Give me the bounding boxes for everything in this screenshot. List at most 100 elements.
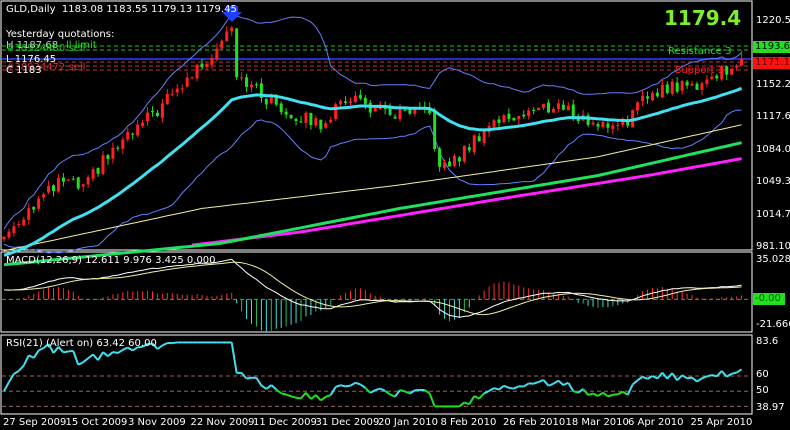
rsi-line-segment <box>513 385 520 390</box>
candle <box>160 103 164 118</box>
resistance-label: Resistance 3 <box>668 46 732 57</box>
rsi-line-segment <box>711 374 718 378</box>
date-tick: 31 Dec 2009 <box>315 417 380 428</box>
candle <box>56 178 60 192</box>
candle <box>235 28 239 78</box>
date-tick: 22 Nov 2009 <box>190 417 255 428</box>
price-tick: 1117.60 <box>756 111 790 122</box>
rsi-max: 83.6 <box>756 336 779 347</box>
rsi-line-segment <box>230 342 238 374</box>
rsi-line-segment <box>731 371 737 375</box>
candle <box>180 88 184 90</box>
candle <box>542 104 546 108</box>
rsi-line-segment <box>493 387 500 391</box>
candle <box>299 121 303 123</box>
candle <box>497 119 501 123</box>
candle <box>725 66 729 75</box>
rsi-line-segment <box>112 351 119 355</box>
candle <box>477 136 481 142</box>
rsi-line-segment <box>557 379 565 386</box>
candle <box>655 92 659 97</box>
rsi-line-segment <box>325 394 332 398</box>
candle <box>22 219 26 226</box>
candle <box>680 81 684 91</box>
candle <box>695 83 699 90</box>
price-tick: 1152.25 <box>756 79 790 90</box>
candle <box>502 115 506 123</box>
candle <box>596 124 600 127</box>
rsi-line-segment <box>156 344 163 350</box>
rsi-line-segment <box>424 389 431 395</box>
rsi-line-segment <box>706 374 713 378</box>
date-tick: 3 Nov 2009 <box>128 417 186 428</box>
rsi-line-segment <box>552 379 559 385</box>
candle <box>151 111 154 113</box>
candle <box>141 122 145 127</box>
candle <box>131 133 135 135</box>
rsi-line-segment <box>642 375 648 380</box>
candle <box>66 179 70 181</box>
date-tick: 6 Apr 2010 <box>628 417 684 428</box>
rsi-line-segment <box>626 384 634 396</box>
candle <box>363 97 367 104</box>
price-box-red: 1171.15 <box>753 57 790 69</box>
rsi-line-segment <box>63 350 69 354</box>
candle <box>547 102 550 113</box>
rsi-line-segment <box>592 392 599 397</box>
price-tick: 1220.50 <box>756 15 790 26</box>
candle <box>215 48 219 60</box>
rsi-line-segment <box>602 391 609 398</box>
rsi-line-segment <box>587 392 594 396</box>
candle <box>452 156 456 166</box>
rsi-line-segment <box>428 393 436 407</box>
rsi-line-segment <box>538 379 544 383</box>
candle <box>735 65 739 68</box>
chart-header: GLD,Daily 1183.08 1183.55 1179.13 1179.4… <box>6 4 237 15</box>
candle <box>730 68 734 75</box>
rsi-line-segment <box>617 390 624 396</box>
candle <box>373 107 377 112</box>
bollinger-lower <box>3 109 742 254</box>
candle <box>254 84 258 86</box>
rsi-line-segment <box>285 393 292 398</box>
rsi-line-segment <box>18 364 25 372</box>
rsi-line-segment <box>686 376 693 380</box>
rsi-line-segment <box>696 377 703 383</box>
rsi-line-segment <box>97 351 104 361</box>
candle <box>121 139 125 149</box>
candle <box>660 84 664 98</box>
candle <box>522 114 526 117</box>
rsi-line-segment <box>320 395 327 402</box>
candle <box>601 121 605 128</box>
date-tick: 25 Apr 2010 <box>690 417 753 428</box>
rsi-line-segment <box>523 382 530 388</box>
candle <box>96 167 100 174</box>
candle <box>210 57 214 65</box>
candle <box>279 103 283 113</box>
rsi-line-segment <box>404 390 411 395</box>
rsi-line-segment <box>117 348 124 354</box>
macd-min: -21.666 <box>756 319 790 330</box>
rsi-line-segment <box>102 351 109 358</box>
rsi-line-segment <box>681 374 688 380</box>
rsi-line-segment <box>87 353 94 360</box>
price-tick: 1084.00 <box>756 144 790 155</box>
candle <box>37 198 41 209</box>
rsi-line-segment <box>478 392 485 400</box>
candle <box>91 169 95 179</box>
candle <box>561 104 565 110</box>
candle <box>517 116 521 120</box>
candle <box>289 114 293 119</box>
ma-mid-line <box>3 124 742 252</box>
candle <box>71 178 75 180</box>
candle <box>606 123 610 128</box>
candle <box>329 119 333 123</box>
rsi-line-segment <box>473 395 480 400</box>
rsi-line-segment <box>28 354 35 359</box>
date-tick: 11 Dec 2009 <box>253 417 317 428</box>
candle <box>17 223 21 225</box>
rsi-line-segment <box>562 381 569 386</box>
rsi-line-segment <box>548 382 554 387</box>
macd-main-line <box>3 258 742 318</box>
candle <box>319 119 323 130</box>
